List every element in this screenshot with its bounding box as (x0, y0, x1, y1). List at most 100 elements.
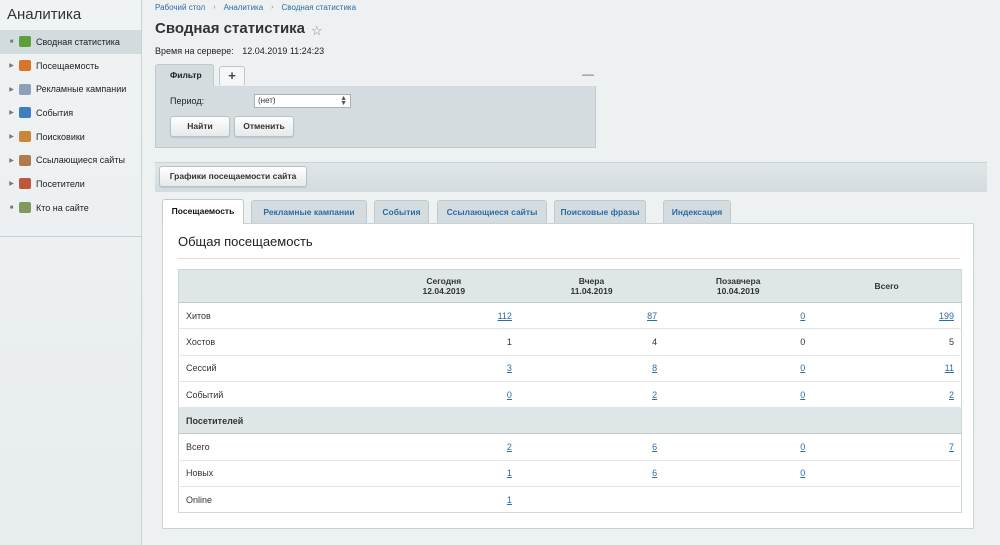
row-label: Всего (178, 433, 369, 461)
breadcrumb-desktop[interactable]: Рабочий стол (155, 3, 205, 12)
table-cell: 5 (812, 328, 962, 356)
cell-value: 5 (948, 336, 954, 347)
breadcrumb-separator: › (213, 4, 216, 11)
tab[interactable]: Индексация (663, 200, 731, 223)
table-row: Хитов 112 87 0 199 (178, 302, 962, 330)
breadcrumb-summary[interactable]: Сводная статистика (282, 3, 357, 12)
cell-link[interactable]: 0 (800, 468, 805, 478)
sidebar-item-label: Поисковики (36, 131, 85, 142)
cell-value: 1 (506, 336, 512, 347)
sidebar-item-label: Рекламные кампании (36, 84, 127, 95)
charts-toolbar: Графики посещаемости сайта (155, 162, 987, 192)
table-cell: 2 (368, 433, 519, 461)
cell-link[interactable]: 0 (800, 311, 805, 321)
sidebar-title: Аналитика (7, 6, 82, 23)
expand-arrow-icon[interactable]: ▶ (8, 133, 15, 140)
sidebar-item[interactable]: ▶ Посещаемость (0, 54, 141, 78)
filter-tab[interactable]: Фильтр (155, 64, 214, 86)
site-traffic-charts-button[interactable]: Графики посещаемости сайта (159, 166, 307, 187)
table-cell: 0 (368, 381, 519, 409)
expand-arrow-icon[interactable]: ▶ (8, 86, 15, 93)
tab[interactable]: Ссылающиеся сайты (437, 200, 547, 223)
tab[interactable]: Посещаемость (162, 199, 244, 224)
bullet-icon[interactable]: ■ (8, 39, 15, 45)
period-select[interactable]: (нет) ▲ ▼ (254, 94, 351, 108)
expand-arrow-icon[interactable]: ▶ (8, 62, 15, 69)
minimize-filter-icon[interactable]: — (582, 67, 594, 81)
column-header-title: Всего (874, 281, 899, 291)
table-cell: 2 (812, 381, 962, 409)
period-select-value: (нет) (258, 96, 276, 105)
table-row: Новых 1 6 0 (178, 460, 962, 488)
select-arrows-icon: ▲ ▼ (340, 95, 347, 107)
cell-link[interactable]: 112 (498, 311, 512, 321)
sidebar-item[interactable]: ▶ Посетители (0, 172, 141, 196)
column-header-date: 11.04.2019 (570, 286, 613, 296)
table-cell: 87 (518, 302, 665, 330)
sidebar-item[interactable]: ■ Кто на сайте (0, 196, 141, 220)
referrers-icon (19, 154, 31, 166)
cell-link[interactable]: 6 (652, 468, 657, 478)
server-time: Время на сервере: 12.04.2019 11:24:23 (155, 46, 324, 56)
visitors-icon (19, 178, 31, 190)
expand-arrow-icon[interactable]: ▶ (8, 180, 15, 187)
cell-link[interactable]: 0 (800, 442, 805, 452)
cancel-button[interactable]: Отменить (234, 116, 294, 137)
sidebar-item[interactable]: ▶ Поисковики (0, 125, 141, 149)
table-section-row: Посетителей (178, 407, 962, 435)
table-cell: 0 (664, 355, 813, 382)
add-filter-button[interactable]: + (219, 66, 245, 85)
traffic-table: Сегодня 12.04.2019 Вчера 11.04.2019 Позавчер… (178, 269, 962, 514)
row-label: Сессий (178, 355, 369, 382)
header-empty (178, 269, 369, 303)
row-label: Новых (178, 460, 369, 488)
cell-link[interactable]: 11 (945, 363, 954, 373)
cell-link[interactable]: 2 (507, 442, 512, 452)
cell-link[interactable]: 2 (652, 390, 657, 400)
breadcrumb-analytics[interactable]: Аналитика (224, 3, 264, 12)
expand-arrow-icon[interactable]: ▶ (8, 109, 15, 116)
table-row: Хостов 1 4 0 5 (178, 328, 962, 356)
sidebar-item-label: Ссылающиеся сайты (36, 155, 125, 166)
main-area: Рабочий стол › Аналитика › Сводная стати… (142, 0, 1000, 545)
cell-link[interactable]: 0 (800, 363, 805, 373)
table-cell (664, 487, 812, 513)
cell-link[interactable]: 87 (647, 311, 657, 321)
expand-arrow-icon[interactable]: ▶ (8, 157, 15, 164)
cell-value: 0 (800, 336, 806, 347)
table-header: Сегодня 12.04.2019 Вчера 11.04.2019 Позавчер… (178, 269, 962, 303)
tab[interactable]: Рекламные кампании (251, 200, 367, 223)
cell-link[interactable]: 6 (652, 442, 657, 452)
cell-link[interactable]: 1 (507, 468, 512, 478)
find-button[interactable]: Найти (170, 116, 230, 137)
sidebar-item-label: События (36, 107, 74, 118)
cell-link[interactable]: 0 (507, 390, 512, 400)
table-cell (812, 460, 962, 488)
cell-link[interactable]: 0 (800, 390, 805, 400)
tab[interactable]: События (374, 200, 429, 223)
period-label: Период: (170, 96, 205, 106)
bar-chart-icon (19, 60, 31, 72)
table-cell: 8 (518, 355, 665, 382)
breadcrumb: Рабочий стол › Аналитика › Сводная стати… (155, 3, 356, 12)
table-row: Всего 2 6 0 7 (178, 433, 962, 461)
cell-link[interactable]: 2 (949, 390, 954, 400)
column-header-date: 10.04.2019 (716, 286, 760, 296)
bullet-icon[interactable]: ■ (8, 205, 15, 211)
sidebar-item[interactable]: ▶ События (0, 101, 141, 125)
table-cell: 4 (518, 328, 665, 356)
cell-link[interactable]: 199 (939, 311, 954, 321)
cell-link[interactable]: 8 (652, 363, 657, 373)
favorite-star-icon[interactable]: ☆ (311, 23, 323, 39)
sidebar-item[interactable]: ■ Сводная статистика (0, 30, 141, 54)
cell-link[interactable]: 7 (949, 442, 954, 452)
cell-link[interactable]: 3 (507, 363, 512, 373)
sidebar-item[interactable]: ▶ Рекламные кампании (0, 77, 141, 101)
tab[interactable]: Поисковые фразы (554, 200, 646, 223)
summary-icon (19, 36, 31, 48)
cell-link[interactable]: 1 (507, 495, 512, 505)
sidebar-item[interactable]: ▶ Ссылающиеся сайты (0, 148, 141, 172)
sidebar: Аналитика ■ Сводная статистика ▶ Посещаемос… (0, 0, 142, 545)
breadcrumb-separator: › (271, 4, 274, 11)
events-icon (19, 107, 31, 119)
